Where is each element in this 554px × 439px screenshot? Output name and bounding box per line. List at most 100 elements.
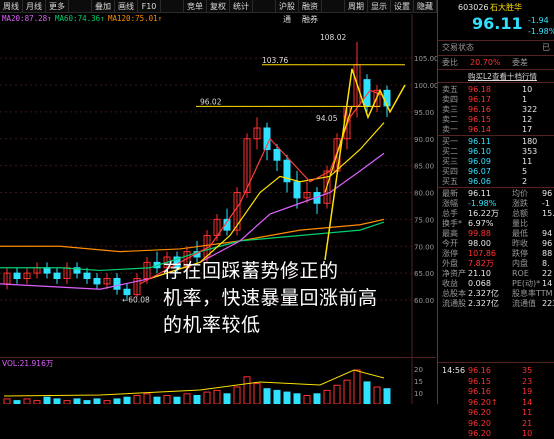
volume-bar bbox=[143, 393, 151, 404]
bid-row-cell: 96.11 bbox=[468, 137, 491, 146]
volume-bar bbox=[343, 379, 351, 404]
volume-bar bbox=[103, 400, 111, 404]
bid-row-cell: 353 bbox=[522, 147, 538, 156]
bid-row-cell: 买三 bbox=[442, 157, 458, 166]
volume-bar bbox=[73, 398, 81, 404]
ask-row-cell: 卖三 bbox=[442, 105, 458, 114]
volume-bar bbox=[223, 393, 231, 404]
volume-bar bbox=[363, 381, 371, 404]
bid-row: 买五 96.06 2 bbox=[438, 177, 554, 187]
volume-bar bbox=[193, 395, 201, 404]
stat-row: 外盘 7.82万 内盘 8. bbox=[438, 259, 554, 269]
stock-title: 603026 石大胜华 bbox=[438, 3, 554, 13]
volume-bar bbox=[123, 396, 131, 404]
y-tick-label: 75.00 bbox=[414, 216, 434, 224]
volume-bar bbox=[383, 388, 391, 404]
stat-row-cell: 今开 bbox=[442, 239, 458, 248]
l2-upgrade-link[interactable]: 购买L2查看十档行情 bbox=[468, 71, 537, 82]
stat-row-cell: 6.97% bbox=[468, 219, 494, 228]
candle-body bbox=[113, 278, 121, 290]
stat-row-cell: 最新 bbox=[442, 189, 458, 198]
stat-row-cell: 107.86 bbox=[468, 249, 496, 258]
weibi-row: 委比 20.70% 委差 bbox=[438, 58, 554, 68]
bid-row-cell: 买四 bbox=[442, 167, 458, 176]
stat-row-cell: 量比 bbox=[512, 219, 528, 228]
stat-row-cell: 涨停 bbox=[442, 249, 458, 258]
stat-row-cell: 8. bbox=[542, 259, 550, 268]
separator bbox=[438, 135, 554, 136]
candle-body bbox=[93, 278, 101, 285]
stat-row-cell: 涨幅 bbox=[442, 199, 458, 208]
y-tick-label: 60.00 bbox=[414, 297, 434, 305]
bid-row-cell: 180 bbox=[522, 137, 538, 146]
separator bbox=[438, 55, 554, 56]
tick-row-cell: 35 bbox=[522, 366, 533, 375]
stat-row-cell: 流通值 bbox=[512, 299, 536, 308]
bid-row-cell: 96.06 bbox=[468, 177, 491, 186]
ask-row: 卖二 96.15 12 bbox=[438, 115, 554, 125]
tick-row-cell: 11 bbox=[522, 408, 533, 417]
stat-row-cell: 总额 bbox=[512, 209, 528, 218]
volume-bar bbox=[233, 386, 241, 404]
stat-row: 最高 99.88 最低 94 bbox=[438, 229, 554, 239]
volume-bar bbox=[253, 383, 261, 404]
stat-row-cell: 2.327亿 bbox=[468, 299, 499, 308]
bid-row-cell: 96.10 bbox=[468, 147, 491, 156]
ask-row-cell: 1 bbox=[522, 95, 528, 104]
stat-row-cell: 2.327亿 bbox=[468, 289, 499, 298]
stat-row: 总股本 2.327亿 股息率TTM bbox=[438, 289, 554, 299]
stat-row-cell: 21.10 bbox=[468, 269, 491, 278]
stat-row: 净资产 21.10 ROE 22 bbox=[438, 269, 554, 279]
volume-bar bbox=[373, 386, 381, 404]
separator bbox=[438, 40, 554, 41]
change-pct: -1.98% bbox=[438, 27, 554, 37]
volume-bar bbox=[133, 395, 141, 404]
annotation-line-3: 的机率较低 bbox=[163, 314, 261, 336]
candle-body bbox=[13, 272, 21, 279]
tick-row-cell: 10 bbox=[522, 429, 533, 438]
level-label-1: 103.76 bbox=[262, 56, 288, 65]
candle-body bbox=[123, 288, 131, 296]
bid-row: 买二 96.10 353 bbox=[438, 147, 554, 157]
candle-body bbox=[363, 79, 371, 107]
tick-row-cell: 96.20↑ bbox=[468, 397, 498, 407]
volume-bar bbox=[353, 369, 361, 404]
volume-bar bbox=[63, 400, 71, 404]
stat-row: 换手* 6.97% 量比 bbox=[438, 219, 554, 229]
candlestick-chart[interactable]: 105.00 100.00 95.00 90.00 85.00 80.00 75.00 70.… bbox=[0, 0, 437, 404]
tick-row-cell: 96.16 bbox=[468, 387, 491, 396]
ask-row-cell: 96.17 bbox=[468, 95, 491, 104]
stat-row: 总手 16.22万 总额 15. bbox=[438, 209, 554, 219]
stat-row-cell: 96 bbox=[542, 189, 553, 198]
stat-row-cell: PE(动)* bbox=[512, 279, 541, 288]
stat-row-cell: 跌停 bbox=[512, 249, 528, 258]
stat-row: 收益 0.068 PE(动)* 14 bbox=[438, 279, 554, 289]
volume-bar bbox=[203, 391, 211, 404]
bid-row-cell: 5 bbox=[522, 167, 528, 176]
separator bbox=[438, 362, 554, 363]
volume-bar bbox=[43, 396, 51, 404]
stat-row-cell: 总股本 bbox=[442, 289, 466, 298]
stock-title-cell: 石大胜华 bbox=[490, 3, 522, 12]
tick-row-cell: 96.16 bbox=[468, 366, 491, 375]
ask-row-cell: 卖二 bbox=[442, 115, 458, 124]
weibi-row-cell: 委差 bbox=[512, 58, 528, 67]
ask-row-cell: 17 bbox=[522, 125, 533, 134]
stat-row-cell: 94 bbox=[542, 229, 553, 238]
stat-row: 今开 98.00 昨收 96 bbox=[438, 239, 554, 249]
tick-row-cell: 14:56 bbox=[442, 366, 466, 375]
stat-row-cell: 0.068 bbox=[468, 279, 491, 288]
tick-row: 96.20 10 bbox=[438, 429, 554, 439]
ask-row: 卖一 96.14 17 bbox=[438, 125, 554, 135]
tick-row: 96.15 23 bbox=[438, 377, 554, 387]
volume-bar bbox=[83, 400, 91, 404]
tick-row: 96.20 21 bbox=[438, 419, 554, 429]
vol-label: VOL:21.916万 bbox=[2, 359, 54, 368]
stat-row-cell: 最高 bbox=[442, 229, 458, 238]
tick-row-cell: 21 bbox=[522, 418, 533, 428]
tick-row: 14:56 96.16 35 bbox=[438, 366, 554, 376]
candle-body bbox=[43, 267, 51, 274]
stat-row-cell: 换手* bbox=[442, 219, 462, 228]
stat-row-cell: 16.22万 bbox=[468, 209, 499, 218]
volume-bar bbox=[13, 400, 21, 404]
